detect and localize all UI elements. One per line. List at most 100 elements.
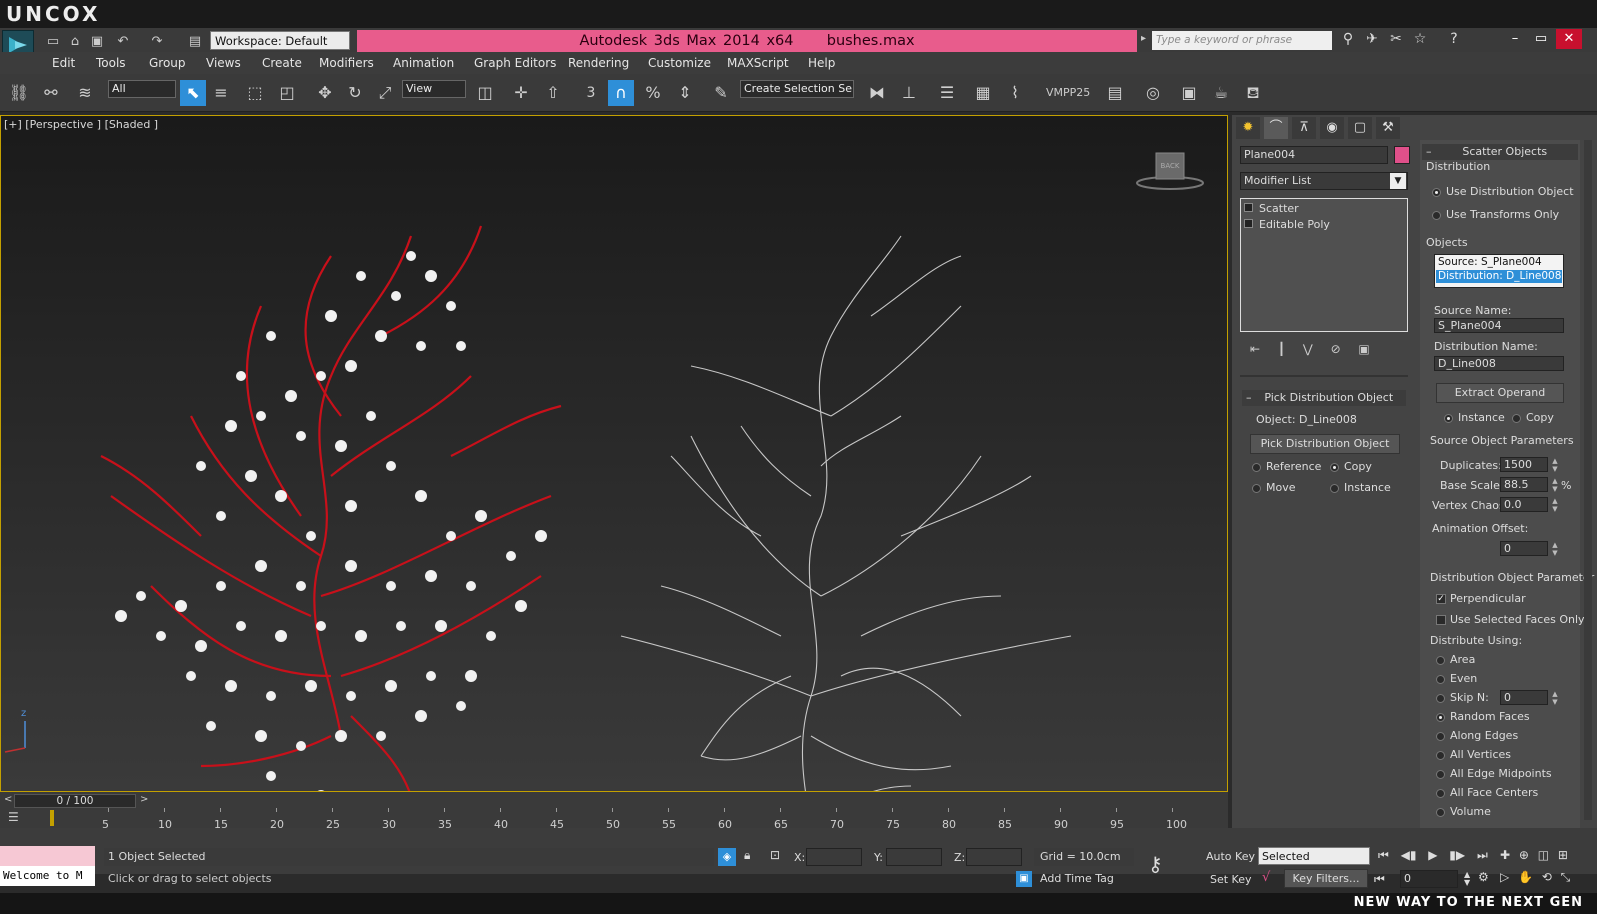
radio-even[interactable]: [1436, 675, 1445, 684]
lock-selection-icon[interactable]: 🔒︎: [744, 848, 750, 863]
object-name-field[interactable]: Plane004: [1240, 146, 1388, 164]
mini-curve-editor-icon[interactable]: ☰: [8, 810, 19, 824]
binoculars-icon[interactable]: ⚲: [1338, 31, 1358, 50]
render-teapot-icon[interactable]: ⛾: [1240, 80, 1266, 106]
source-name-field[interactable]: S_Plane004: [1434, 318, 1564, 333]
z-coord-field[interactable]: [966, 848, 1022, 866]
search-expand-icon[interactable]: ▸: [1141, 33, 1146, 44]
radio-extract-copy[interactable]: [1512, 414, 1521, 423]
radio-along-edges[interactable]: [1436, 732, 1445, 741]
scene-explorer-icon[interactable]: ▦: [970, 80, 996, 106]
modifier-list-dropdown[interactable]: Modifier List: [1240, 172, 1408, 190]
project-folder-icon[interactable]: ▤: [186, 33, 204, 50]
render-setup-icon[interactable]: ◎: [1140, 80, 1166, 106]
menu-graph-editors[interactable]: Graph Editors: [474, 56, 556, 70]
select-object-icon[interactable]: ⬉: [180, 80, 206, 106]
key-filters-button[interactable]: Key Filters...: [1284, 869, 1368, 888]
utilities-tab-icon[interactable]: ⚒: [1376, 117, 1400, 139]
maxscript-listener-pink[interactable]: [0, 846, 95, 866]
base-scale-spinner[interactable]: ▲ ▼: [1551, 477, 1559, 493]
display-tab-icon[interactable]: ▢: [1348, 117, 1372, 139]
time-config-icon[interactable]: ⚙: [1478, 870, 1489, 884]
x-coord-field[interactable]: [806, 848, 862, 866]
menu-rendering[interactable]: Rendering: [568, 56, 629, 70]
set-key-button[interactable]: Set Key: [1210, 873, 1252, 886]
vertex-chaos-spinner[interactable]: ▲ ▼: [1551, 497, 1559, 513]
duplicates-spinner[interactable]: ▲ ▼: [1551, 457, 1559, 473]
time-tag-icon[interactable]: ▣: [1016, 871, 1032, 887]
selection-filter-dropdown[interactable]: All: [108, 80, 176, 98]
add-time-tag[interactable]: Add Time Tag: [1034, 870, 1134, 888]
open-file-icon[interactable]: ⌂: [66, 33, 84, 50]
mirror-icon[interactable]: ⧓: [864, 80, 890, 106]
radio-all-edge-midpoints[interactable]: [1436, 770, 1445, 779]
link-icon[interactable]: ⛓: [6, 80, 32, 106]
viewcube[interactable]: BACK: [1135, 150, 1205, 195]
pivot-center-icon[interactable]: ◫: [472, 80, 498, 106]
duplicates-field[interactable]: 1500: [1500, 457, 1548, 472]
menu-customize[interactable]: Customize: [648, 56, 711, 70]
radio-use-distribution-object[interactable]: [1432, 188, 1441, 197]
edit-named-selection-icon[interactable]: ✎: [708, 80, 734, 106]
reference-coordinate-dropdown[interactable]: View: [402, 80, 466, 98]
select-manipulate-icon[interactable]: ✛: [508, 80, 534, 106]
snaps-toggle-icon[interactable]: 3: [578, 80, 604, 106]
move-icon[interactable]: ✥: [312, 80, 338, 106]
skip-n-field[interactable]: 0: [1500, 690, 1548, 705]
scatter-rollout-header[interactable]: – Scatter Objects: [1422, 144, 1578, 160]
vertex-chaos-field[interactable]: 0.0: [1500, 497, 1548, 512]
radio-move[interactable]: [1252, 484, 1261, 493]
material-editor-icon[interactable]: ▤: [1102, 80, 1128, 106]
select-by-name-icon[interactable]: ≡: [208, 80, 234, 106]
save-file-icon[interactable]: ▣: [88, 33, 106, 50]
operand-distribution[interactable]: Distribution: D_Line008: [1436, 270, 1562, 283]
pick-distribution-button[interactable]: Pick Distribution Object: [1250, 434, 1400, 454]
search-input[interactable]: Type a keyword or phrase: [1152, 31, 1332, 50]
radio-use-transforms-only[interactable]: [1432, 211, 1441, 220]
curve-editor-icon[interactable]: ⌇: [1002, 80, 1028, 106]
menu-tools[interactable]: Tools: [96, 56, 126, 70]
layer-manager-icon[interactable]: ☰: [934, 80, 960, 106]
slider-next-icon[interactable]: >: [140, 794, 148, 805]
keyboard-shortcut-icon[interactable]: ⇧: [540, 80, 566, 106]
redo-icon[interactable]: ↷: [148, 33, 166, 50]
rotate-icon[interactable]: ↻: [342, 80, 368, 106]
communication-center-icon[interactable]: ✈: [1362, 31, 1382, 50]
menu-views[interactable]: Views: [206, 56, 241, 70]
window-crossing-icon[interactable]: ◰: [274, 80, 300, 106]
operand-source[interactable]: Source: S_Plane004: [1436, 256, 1562, 269]
modify-tab-icon[interactable]: ⌒: [1264, 117, 1288, 139]
unlink-icon[interactable]: ⚯: [38, 80, 64, 106]
undo-icon[interactable]: ↶: [114, 33, 132, 50]
radio-extract-instance[interactable]: [1444, 414, 1453, 423]
align-icon[interactable]: ⊥: [896, 80, 922, 106]
viewport-nav-top[interactable]: ✚ ⊕ ◫ ⊞: [1500, 848, 1568, 862]
radio-copy[interactable]: [1330, 463, 1339, 472]
distribution-name-field[interactable]: D_Line008: [1434, 356, 1564, 371]
frame-spinner[interactable]: ▲ ▼: [1464, 871, 1470, 887]
time-slider-thumb[interactable]: 0 / 100: [14, 794, 136, 808]
scale-icon[interactable]: ⤢: [372, 80, 398, 106]
expand-icon[interactable]: [1244, 219, 1253, 228]
radio-all-face-centers[interactable]: [1436, 789, 1445, 798]
skip-n-spinner[interactable]: ▲ ▼: [1551, 690, 1559, 706]
help-icon[interactable]: ?: [1444, 31, 1464, 50]
animation-offset-spinner[interactable]: ▲ ▼: [1551, 541, 1559, 557]
current-frame-field[interactable]: 0: [1400, 870, 1458, 888]
rectangular-selection-icon[interactable]: ⬚: [242, 80, 268, 106]
radio-instance[interactable]: [1330, 484, 1339, 493]
bind-space-warp-icon[interactable]: ≋: [72, 80, 98, 106]
radio-reference[interactable]: [1252, 463, 1261, 472]
hierarchy-tab-icon[interactable]: ⊼: [1292, 117, 1316, 139]
perspective-viewport[interactable]: z: [0, 115, 1228, 877]
menu-maxscript[interactable]: MAXScript: [727, 56, 789, 70]
percent-snap-icon[interactable]: %: [640, 80, 666, 106]
menu-animation[interactable]: Animation: [393, 56, 454, 70]
animation-offset-field[interactable]: 0: [1500, 541, 1548, 556]
expand-icon[interactable]: [1244, 203, 1253, 212]
motion-tab-icon[interactable]: ◉: [1320, 117, 1344, 139]
vmpp-label[interactable]: VMPP25: [1046, 86, 1090, 99]
radio-skip-n[interactable]: [1436, 694, 1445, 703]
chevron-down-icon[interactable]: ▼: [1390, 173, 1406, 189]
perpendicular-checkbox[interactable]: ✓: [1436, 594, 1446, 604]
